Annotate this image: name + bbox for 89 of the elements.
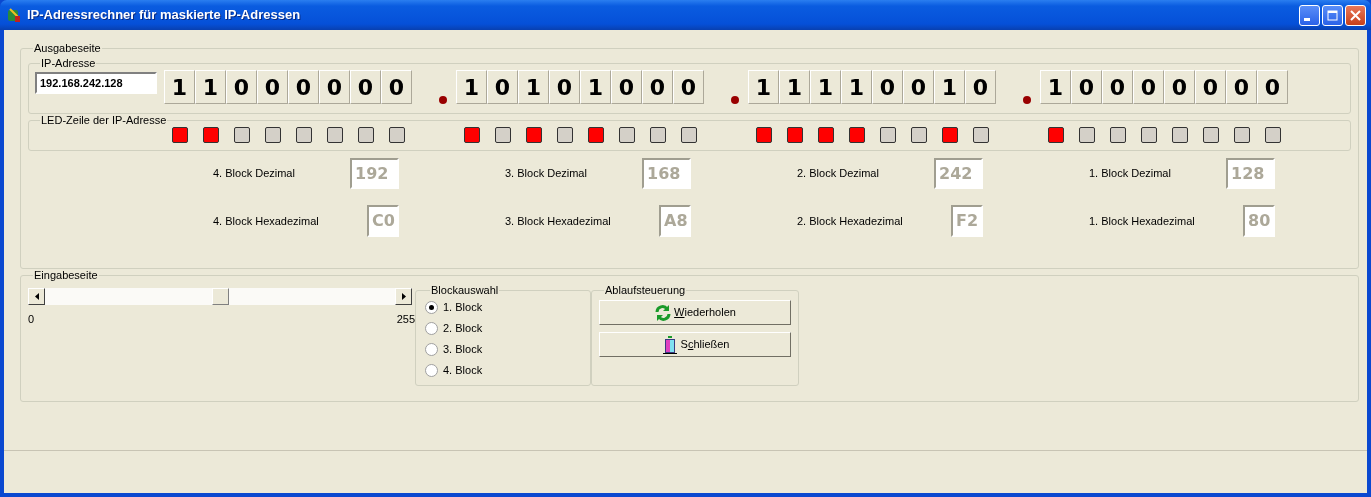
radio-label: 4. Block [443, 363, 483, 379]
radio-option[interactable]: 1. Block [425, 297, 582, 318]
bit-digit: 0 [1164, 70, 1195, 104]
action-button[interactable]: Wiederholen [599, 300, 791, 325]
refresh-icon [654, 303, 673, 322]
decimal-field: 242 [934, 158, 983, 189]
field-label: 1. Block Dezimal [1089, 166, 1171, 182]
separator-dot [731, 96, 739, 104]
group-title: LED-Zeile der IP-Adresse [40, 114, 168, 127]
bit-digit: 1 [164, 70, 195, 104]
radio-button[interactable] [425, 364, 438, 377]
group-title: Blockauswahl [430, 284, 500, 297]
bit-digit: 0 [1226, 70, 1257, 104]
bit-digit: 1 [934, 70, 965, 104]
radio-button[interactable] [425, 343, 438, 356]
decimal-field: 192 [350, 158, 399, 189]
scroll-right-button[interactable] [395, 288, 412, 305]
group-title: Ausgabeseite [33, 42, 102, 55]
bit-digit: 0 [1102, 70, 1133, 104]
close-icon [1350, 9, 1361, 21]
radio-option[interactable]: 2. Block [425, 318, 582, 339]
field-label: 3. Block Dezimal [505, 166, 587, 182]
hex-field: F2 [951, 205, 983, 237]
decimal-field: 128 [1226, 158, 1275, 189]
hex-field: A8 [659, 205, 691, 237]
radio-label: 2. Block [443, 321, 483, 337]
bit-digit: 0 [611, 70, 642, 104]
minimize-button[interactable] [1299, 4, 1320, 26]
bit-digit: 0 [1071, 70, 1102, 104]
bit-digit: 1 [1040, 70, 1071, 104]
bit-digit: 0 [257, 70, 288, 104]
field-label: 2. Block Hexadezimal [797, 213, 903, 229]
right-arrow-icon [401, 293, 406, 300]
radio-option[interactable]: 4. Block [425, 360, 582, 381]
bit-digit: 0 [872, 70, 903, 104]
radio-button[interactable] [425, 301, 438, 314]
bit-digit: 0 [381, 70, 412, 104]
maximize-icon [1327, 9, 1338, 21]
bit-digit: 0 [642, 70, 673, 104]
bit-digit: 0 [965, 70, 996, 104]
radio-option[interactable]: 3. Block [425, 339, 582, 360]
field-label: 1. Block Hexadezimal [1089, 213, 1195, 229]
bit-digit: 1 [195, 70, 226, 104]
group-title: IP-Adresse [40, 57, 97, 70]
field-label: 4. Block Dezimal [213, 166, 295, 182]
group-title: Eingabeseite [33, 269, 99, 282]
bit-digit: 0 [903, 70, 934, 104]
bit-digit: 0 [673, 70, 704, 104]
bit-digit: 1 [518, 70, 549, 104]
bit-digit: 0 [1257, 70, 1288, 104]
hex-field: 80 [1243, 205, 1275, 237]
maximize-button[interactable] [1322, 4, 1343, 26]
bit-digit: 1 [779, 70, 810, 104]
bit-digit: 0 [288, 70, 319, 104]
radio-label: 3. Block [443, 342, 483, 358]
exit-door-icon [660, 335, 679, 354]
slider-thumb[interactable] [211, 288, 229, 305]
field-label: 2. Block Dezimal [797, 166, 879, 182]
bit-digit: 1 [580, 70, 611, 104]
minimize-icon [1304, 17, 1310, 21]
bit-digit: 0 [319, 70, 350, 104]
field-label: 4. Block Hexadezimal [213, 213, 319, 229]
bit-digit: 0 [487, 70, 518, 104]
action-button[interactable]: Schließen [599, 332, 791, 357]
scale-label: 255 [396, 312, 415, 327]
bit-digit: 1 [748, 70, 779, 104]
separator-dot [439, 96, 447, 104]
bit-digit: 1 [456, 70, 487, 104]
bit-digit: 1 [841, 70, 872, 104]
app-icon [6, 7, 22, 23]
scale-label: 0 [28, 312, 35, 327]
radio-label: 1. Block [443, 300, 483, 316]
bit-digit: 0 [1133, 70, 1164, 104]
bit-digit: 0 [549, 70, 580, 104]
bit-digit: 0 [226, 70, 257, 104]
hex-field: C0 [367, 205, 399, 237]
bit-digit: 0 [350, 70, 381, 104]
radio-button[interactable] [425, 322, 438, 335]
field-label: 3. Block Hexadezimal [505, 213, 611, 229]
group-title: Ablaufsteuerung [604, 284, 687, 297]
ip-address-field[interactable]: 192.168.242.128 [35, 72, 157, 94]
close-button[interactable] [1345, 4, 1366, 26]
bit-digit: 0 [1195, 70, 1226, 104]
bit-digit: 1 [810, 70, 841, 104]
window-title: IP-Adressrechner für maskierte IP-Adressen [27, 6, 301, 25]
separator-dot [1023, 96, 1031, 104]
left-arrow-icon [34, 293, 39, 300]
decimal-field: 168 [642, 158, 691, 189]
scroll-left-button[interactable] [28, 288, 45, 305]
